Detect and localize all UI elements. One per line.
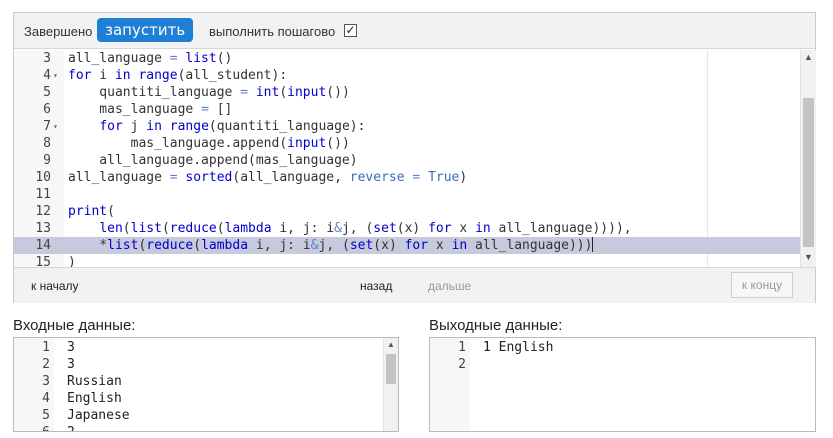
arrow-down-icon[interactable]: ▼ (801, 252, 816, 262)
line-number: 10 (35, 170, 51, 185)
line-number: 3 (43, 51, 51, 66)
code-text: for i in range(all_student): (68, 68, 288, 83)
line-number: 6 (43, 102, 51, 117)
line-number: 1 (42, 340, 50, 355)
to-start-button[interactable]: к началу (31, 279, 79, 293)
input-text: Russian (67, 374, 122, 389)
code-text: all_language = sorted(all_language, reve… (68, 170, 468, 185)
code-line[interactable]: 11 (14, 186, 800, 203)
line-number: 13 (35, 221, 51, 236)
input-scrollbar[interactable]: ▲ (383, 338, 398, 431)
input-label: Входные данные: (13, 317, 136, 334)
chevron-down-icon[interactable]: ▾ (53, 67, 58, 84)
code-line[interactable]: 10 all_language = sorted(all_language, re… (14, 169, 800, 186)
output-line: 1 1 English (430, 339, 790, 356)
code-line[interactable]: 12 print( (14, 203, 800, 220)
input-scrollbar-thumb[interactable] (386, 354, 396, 384)
code-text: quantiti_language = int(input()) (68, 85, 350, 100)
input-text: 3 (67, 340, 75, 355)
input-line: 62 (14, 424, 374, 431)
input-line: 23 (14, 356, 374, 373)
code-text: all_language = list() (68, 51, 233, 66)
line-number: 7 (43, 119, 51, 134)
step-navigation: к началу назад дальше к концу (14, 267, 815, 303)
code-line[interactable]: 3 all_language = list() (14, 50, 800, 67)
input-line: 13 (14, 339, 374, 356)
line-number: 2 (458, 357, 466, 372)
code-text: mas_language = [] (68, 102, 233, 117)
input-text: 3 (67, 357, 75, 372)
code-line[interactable]: 13 len(list(reduce(lambda i, j: i&j, (se… (14, 220, 800, 237)
input-text: Japanese (67, 408, 130, 423)
line-number: 1 (458, 340, 466, 355)
code-text: print( (68, 204, 115, 219)
code-area[interactable]: 3 all_language = list() 4 ▾ for i in range(a… (14, 50, 800, 267)
to-end-button[interactable]: к концу (731, 272, 793, 298)
code-text: ) (68, 255, 76, 267)
code-text: mas_language.append(input()) (68, 136, 350, 151)
code-line[interactable]: 4 ▾ for i in range(all_student): (14, 67, 800, 84)
line-number: 8 (43, 136, 51, 151)
code-text: *list(reduce(lambda i, j: i&j, (set(x) f… (68, 237, 594, 253)
code-line[interactable]: 7 ▾ for j in range(quantiti_language): (14, 118, 800, 135)
line-number: 6 (14, 424, 50, 431)
output-line: 2 (430, 356, 790, 373)
line-number: 11 (35, 187, 51, 202)
input-line: 5 Japanese (14, 407, 374, 424)
code-editor-panel: Завершено запустить выполнить пошагово ✓… (13, 12, 816, 303)
input-text: 2 (67, 424, 75, 431)
line-number: 5 (43, 85, 51, 100)
code-line[interactable]: 6 mas_language = [] (14, 101, 800, 118)
line-number: 5 (42, 408, 50, 423)
line-number: 12 (35, 204, 51, 219)
editor-toolbar: Завершено запустить выполнить пошагово ✓ (14, 13, 815, 49)
next-button[interactable]: дальше (428, 279, 471, 293)
line-number: 4 (42, 391, 50, 406)
code-scrollbar[interactable]: ▲ ▼ (800, 50, 816, 267)
back-button[interactable]: назад (360, 279, 392, 293)
input-line: 3 Russian (14, 373, 374, 390)
code-line[interactable]: 15) (14, 254, 800, 267)
output-text: 1 English (483, 340, 554, 355)
arrow-up-icon[interactable]: ▲ (801, 52, 816, 62)
code-text: for j in range(quantiti_language): (99, 119, 366, 134)
step-mode-label: выполнить пошагово (209, 24, 336, 39)
code-line[interactable]: 14 *list(reduce(lambda i, j: i&j, (set(x… (14, 237, 800, 254)
step-mode-checkbox[interactable]: ✓ (344, 24, 357, 37)
arrow-up-icon[interactable]: ▲ (384, 340, 398, 349)
chevron-down-icon[interactable]: ▾ (53, 118, 58, 135)
code-line[interactable]: 5 quantiti_language = int(input()) (14, 84, 800, 101)
code-text: len(list(reduce(lambda i, j: i&j, (set(x… (99, 221, 632, 236)
code-line[interactable]: 8 mas_language.append(input()) (14, 135, 800, 152)
line-number: 3 (42, 374, 50, 389)
run-button[interactable]: запустить (97, 18, 194, 42)
line-number: 14 (35, 238, 51, 253)
line-number: 4 (43, 68, 51, 83)
input-textarea[interactable]: ▲ 13233Russian4English5Japanese62 (13, 337, 399, 432)
output-textarea[interactable]: 1 1 English 2 (429, 337, 816, 432)
code-line[interactable]: 9 all_language.append(mas_language) (14, 152, 800, 169)
line-number: 15 (35, 255, 51, 267)
scrollbar-thumb[interactable] (803, 98, 814, 247)
text-cursor (592, 237, 594, 252)
output-label: Выходные данные: (429, 317, 563, 334)
code-text: all_language.append(mas_language) (68, 153, 358, 168)
line-number: 9 (43, 153, 51, 168)
status-text: Завершено (24, 24, 93, 39)
input-text: English (67, 391, 122, 406)
line-number: 2 (42, 357, 50, 372)
input-line: 4 English (14, 390, 374, 407)
